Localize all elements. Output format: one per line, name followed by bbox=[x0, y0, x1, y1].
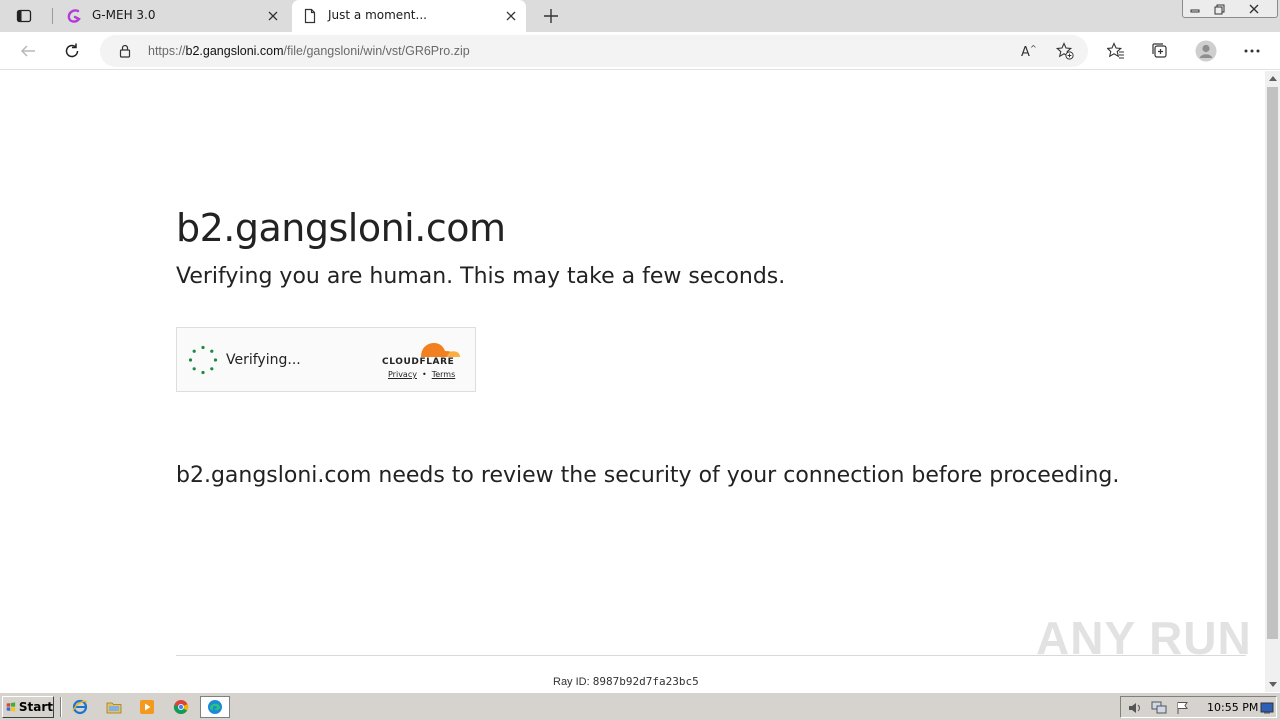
scrollbar-thumb[interactable] bbox=[1267, 87, 1278, 639]
new-tab-icon[interactable] bbox=[540, 6, 562, 26]
page-content: b2.gangsloni.com Verifying you are human… bbox=[0, 71, 1265, 692]
tab-just-a-moment[interactable]: Just a moment... bbox=[292, 0, 526, 32]
start-button[interactable]: Start bbox=[2, 696, 54, 718]
back-icon[interactable] bbox=[14, 37, 42, 65]
window-close-icon[interactable] bbox=[1232, 0, 1276, 18]
privacy-link[interactable]: Privacy bbox=[388, 370, 417, 379]
cloudflare-challenge-widget[interactable]: Verifying... CLOUDFLARE Privacy • Terms bbox=[176, 327, 476, 392]
verifying-status: Verifying... bbox=[226, 352, 301, 368]
profile-avatar-icon[interactable] bbox=[1192, 37, 1220, 65]
terms-link[interactable]: Terms bbox=[432, 370, 456, 379]
verification-subtitle: Verifying you are human. This may take a… bbox=[176, 264, 786, 289]
gmeh-favicon-icon bbox=[66, 8, 82, 24]
lock-icon[interactable] bbox=[117, 43, 133, 59]
show-desktop-icon[interactable] bbox=[1259, 700, 1275, 716]
taskbar: Start 10:55 PM bbox=[0, 692, 1280, 720]
scroll-down-icon[interactable] bbox=[1265, 677, 1280, 692]
tab-strip: G-MEH 3.0 Just a moment... bbox=[0, 0, 1280, 32]
close-tab-icon[interactable] bbox=[502, 7, 520, 25]
tab-gmeh[interactable]: G-MEH 3.0 bbox=[56, 0, 288, 32]
browser-toolbar: https://b2.gangsloni.com/file/gangsloni/… bbox=[0, 32, 1280, 70]
vertical-scrollbar[interactable] bbox=[1265, 71, 1280, 692]
tab-title: Just a moment... bbox=[328, 8, 427, 22]
edge-icon[interactable] bbox=[200, 696, 230, 718]
scroll-up-icon[interactable] bbox=[1265, 71, 1280, 86]
ray-label: Ray ID: bbox=[553, 676, 590, 688]
tab-actions-icon[interactable] bbox=[8, 4, 40, 28]
media-player-icon[interactable] bbox=[137, 698, 157, 716]
cloudflare-brand: CLOUDFLARE bbox=[382, 357, 455, 367]
add-favorite-icon[interactable] bbox=[1054, 41, 1076, 61]
network-icon[interactable] bbox=[1151, 700, 1167, 716]
more-menu-icon[interactable] bbox=[1238, 37, 1266, 65]
tab-title: G-MEH 3.0 bbox=[92, 8, 156, 22]
page-title: b2.gangsloni.com bbox=[176, 206, 506, 250]
url-host: b2.gangsloni.com bbox=[185, 44, 284, 58]
collections-icon[interactable] bbox=[1146, 37, 1174, 65]
ray-value: 8987b92d7fa23bc5 bbox=[592, 675, 699, 688]
cloudflare-links: Privacy • Terms bbox=[388, 370, 455, 379]
security-message: b2.gangsloni.com needs to review the sec… bbox=[176, 463, 1120, 488]
svg-text:A: A bbox=[1021, 45, 1030, 59]
start-label: Start bbox=[18, 700, 53, 714]
svg-text:^: ^ bbox=[1030, 44, 1037, 53]
loading-spinner-icon bbox=[188, 345, 218, 375]
windows-logo-icon bbox=[6, 702, 16, 712]
folder-icon[interactable] bbox=[104, 698, 124, 716]
action-center-flag-icon[interactable] bbox=[1175, 700, 1191, 716]
ray-id: Ray ID: 8987b92d7fa23bc5 bbox=[553, 675, 699, 688]
volume-icon[interactable] bbox=[1127, 700, 1143, 716]
close-tab-icon[interactable] bbox=[264, 7, 282, 25]
read-aloud-icon[interactable]: A ^ bbox=[1018, 41, 1040, 61]
taskbar-separator bbox=[60, 697, 62, 717]
minimize-icon[interactable] bbox=[1184, 0, 1206, 18]
clock[interactable]: 10:55 PM bbox=[1207, 701, 1258, 714]
ie-icon[interactable] bbox=[70, 698, 90, 716]
system-tray: 10:55 PM bbox=[1120, 696, 1277, 718]
url-path: /file/gangsloni/win/vst/GR6Pro.zip bbox=[283, 44, 470, 58]
address-bar[interactable]: https://b2.gangsloni.com/file/gangsloni/… bbox=[100, 35, 1088, 67]
link-separator: • bbox=[421, 370, 427, 379]
tab-separator bbox=[52, 8, 53, 24]
anyrun-watermark: ANY RUN bbox=[1036, 612, 1252, 664]
url-scheme: https:// bbox=[148, 44, 186, 58]
chrome-icon[interactable] bbox=[171, 698, 191, 716]
refresh-icon[interactable] bbox=[58, 37, 86, 65]
favorites-icon[interactable] bbox=[1102, 37, 1130, 65]
page-document-icon bbox=[302, 8, 318, 24]
url-text[interactable]: https://b2.gangsloni.com/file/gangsloni/… bbox=[148, 44, 470, 58]
restore-icon[interactable] bbox=[1208, 0, 1230, 18]
